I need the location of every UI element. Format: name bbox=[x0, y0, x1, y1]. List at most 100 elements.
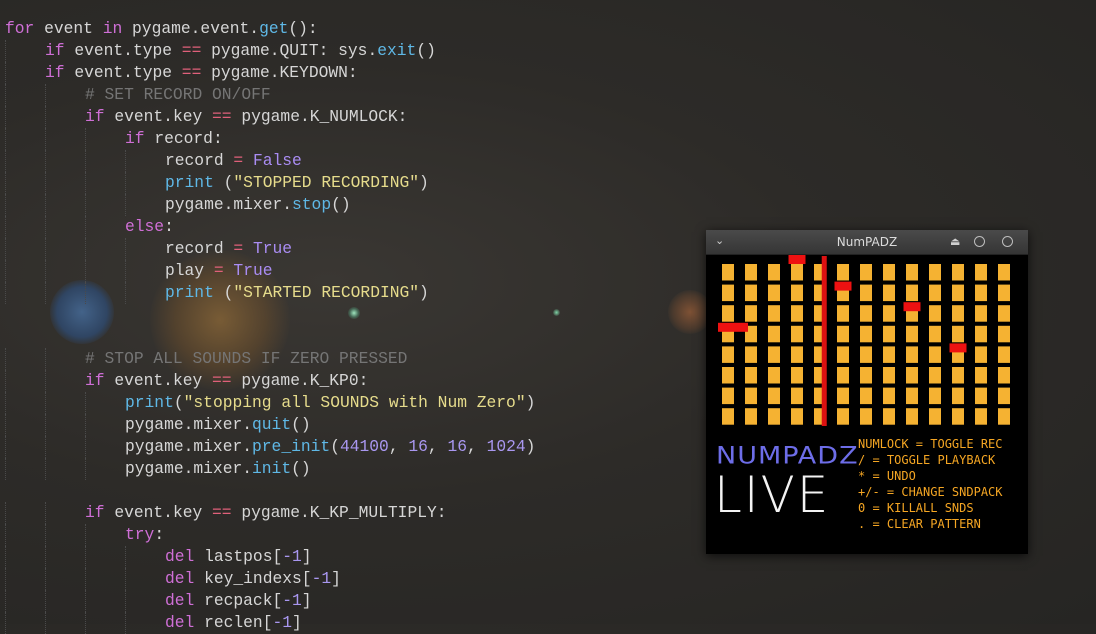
grid-cell[interactable] bbox=[791, 408, 803, 425]
grid-cell[interactable] bbox=[837, 325, 849, 343]
grid-cell[interactable] bbox=[998, 346, 1010, 363]
grid-cell[interactable] bbox=[722, 346, 734, 363]
grid-cell[interactable] bbox=[906, 325, 918, 343]
grid-cell[interactable] bbox=[998, 264, 1010, 281]
grid-cell[interactable] bbox=[883, 408, 895, 425]
grid-cell[interactable] bbox=[860, 284, 872, 302]
grid-cell[interactable] bbox=[906, 367, 918, 384]
grid-cell[interactable] bbox=[883, 387, 895, 405]
code-line: print ("STARTED RECORDING") bbox=[5, 282, 535, 304]
grid-cell[interactable] bbox=[768, 264, 780, 281]
grid-cell[interactable] bbox=[837, 408, 849, 425]
grid-cell[interactable] bbox=[883, 305, 895, 322]
grid-cell[interactable] bbox=[975, 284, 987, 302]
grid-cell[interactable] bbox=[952, 367, 964, 384]
grid-cell[interactable] bbox=[998, 387, 1010, 405]
grid-cell[interactable] bbox=[883, 264, 895, 281]
grid-cell[interactable] bbox=[883, 284, 895, 302]
grid-cell[interactable] bbox=[791, 367, 803, 384]
grid-cell[interactable] bbox=[860, 387, 872, 405]
grid-cell[interactable] bbox=[860, 408, 872, 425]
grid-cell[interactable] bbox=[929, 284, 941, 302]
grid-cell[interactable] bbox=[906, 408, 918, 425]
grid-cell[interactable] bbox=[791, 346, 803, 363]
grid-cell[interactable] bbox=[837, 264, 849, 281]
grid-cell[interactable] bbox=[929, 305, 941, 322]
grid-cell[interactable] bbox=[883, 367, 895, 384]
grid-cell[interactable] bbox=[975, 305, 987, 322]
grid-cell[interactable] bbox=[929, 408, 941, 425]
grid-cell[interactable] bbox=[906, 387, 918, 405]
grid-cell[interactable] bbox=[929, 325, 941, 343]
grid-cell[interactable] bbox=[768, 325, 780, 343]
grid-cell[interactable] bbox=[837, 367, 849, 384]
grid-cell[interactable] bbox=[906, 346, 918, 363]
grid-cell[interactable] bbox=[906, 284, 918, 302]
grid-cell[interactable] bbox=[952, 284, 964, 302]
grid-cell[interactable] bbox=[768, 408, 780, 425]
grid-cell[interactable] bbox=[929, 346, 941, 363]
grid-cell[interactable] bbox=[929, 387, 941, 405]
grid-cell[interactable] bbox=[791, 284, 803, 302]
grid-cell[interactable] bbox=[860, 325, 872, 343]
grid-cell[interactable] bbox=[998, 284, 1010, 302]
grid-cell[interactable] bbox=[722, 387, 734, 405]
grid-cell[interactable] bbox=[722, 284, 734, 302]
grid-cell[interactable] bbox=[745, 367, 757, 384]
window-titlebar[interactable]: ⌄ NumPADZ ⏏ bbox=[706, 230, 1028, 255]
grid-cell[interactable] bbox=[791, 305, 803, 322]
grid-cell[interactable] bbox=[745, 305, 757, 322]
grid-cell[interactable] bbox=[929, 264, 941, 281]
grid-cell[interactable] bbox=[722, 264, 734, 281]
grid-cell[interactable] bbox=[906, 264, 918, 281]
grid-cell[interactable] bbox=[883, 346, 895, 363]
grid-cell[interactable] bbox=[952, 305, 964, 322]
grid-cell[interactable] bbox=[745, 264, 757, 281]
grid-cell[interactable] bbox=[722, 408, 734, 425]
grid-cell[interactable] bbox=[768, 367, 780, 384]
grid-cell[interactable] bbox=[975, 367, 987, 384]
grid-cell[interactable] bbox=[768, 305, 780, 322]
indent-guide bbox=[45, 436, 85, 458]
grid-cell[interactable] bbox=[745, 408, 757, 425]
grid-cell[interactable] bbox=[998, 325, 1010, 343]
grid-cell[interactable] bbox=[768, 387, 780, 405]
grid-cell[interactable] bbox=[837, 387, 849, 405]
grid-cell[interactable] bbox=[837, 305, 849, 322]
grid-cell[interactable] bbox=[975, 346, 987, 363]
pattern-grid[interactable] bbox=[706, 254, 1028, 434]
grid-cell[interactable] bbox=[860, 367, 872, 384]
minimize-button[interactable] bbox=[974, 236, 985, 247]
grid-cell[interactable] bbox=[860, 346, 872, 363]
grid-cell[interactable] bbox=[952, 387, 964, 405]
grid-cell[interactable] bbox=[975, 325, 987, 343]
grid-cell[interactable] bbox=[722, 305, 734, 322]
grid-cell[interactable] bbox=[929, 367, 941, 384]
grid-cell[interactable] bbox=[745, 387, 757, 405]
grid-cell[interactable] bbox=[998, 305, 1010, 322]
grid-cell[interactable] bbox=[998, 367, 1010, 384]
grid-cell[interactable] bbox=[860, 264, 872, 281]
grid-cell[interactable] bbox=[975, 408, 987, 425]
eject-icon[interactable]: ⏏ bbox=[950, 235, 960, 249]
grid-cell[interactable] bbox=[975, 264, 987, 281]
grid-cell[interactable] bbox=[791, 325, 803, 343]
code-editor[interactable]: for event in pygame.event.get(): if event… bbox=[5, 18, 535, 634]
grid-cell[interactable] bbox=[975, 387, 987, 405]
grid-cell[interactable] bbox=[952, 264, 964, 281]
close-button[interactable] bbox=[1002, 236, 1013, 247]
grid-cell[interactable] bbox=[791, 387, 803, 405]
grid-cell[interactable] bbox=[952, 325, 964, 343]
grid-cell[interactable] bbox=[722, 367, 734, 384]
grid-cell[interactable] bbox=[791, 264, 803, 281]
grid-cell[interactable] bbox=[745, 346, 757, 363]
grid-cell[interactable] bbox=[837, 346, 849, 363]
grid-cell[interactable] bbox=[745, 284, 757, 302]
grid-cell[interactable] bbox=[952, 408, 964, 425]
grid-cell[interactable] bbox=[860, 305, 872, 322]
grid-cell[interactable] bbox=[768, 284, 780, 302]
code-line: print("stopping all SOUNDS with Num Zero… bbox=[5, 392, 535, 414]
grid-cell[interactable] bbox=[883, 325, 895, 343]
grid-cell[interactable] bbox=[768, 346, 780, 363]
grid-cell[interactable] bbox=[998, 408, 1010, 425]
